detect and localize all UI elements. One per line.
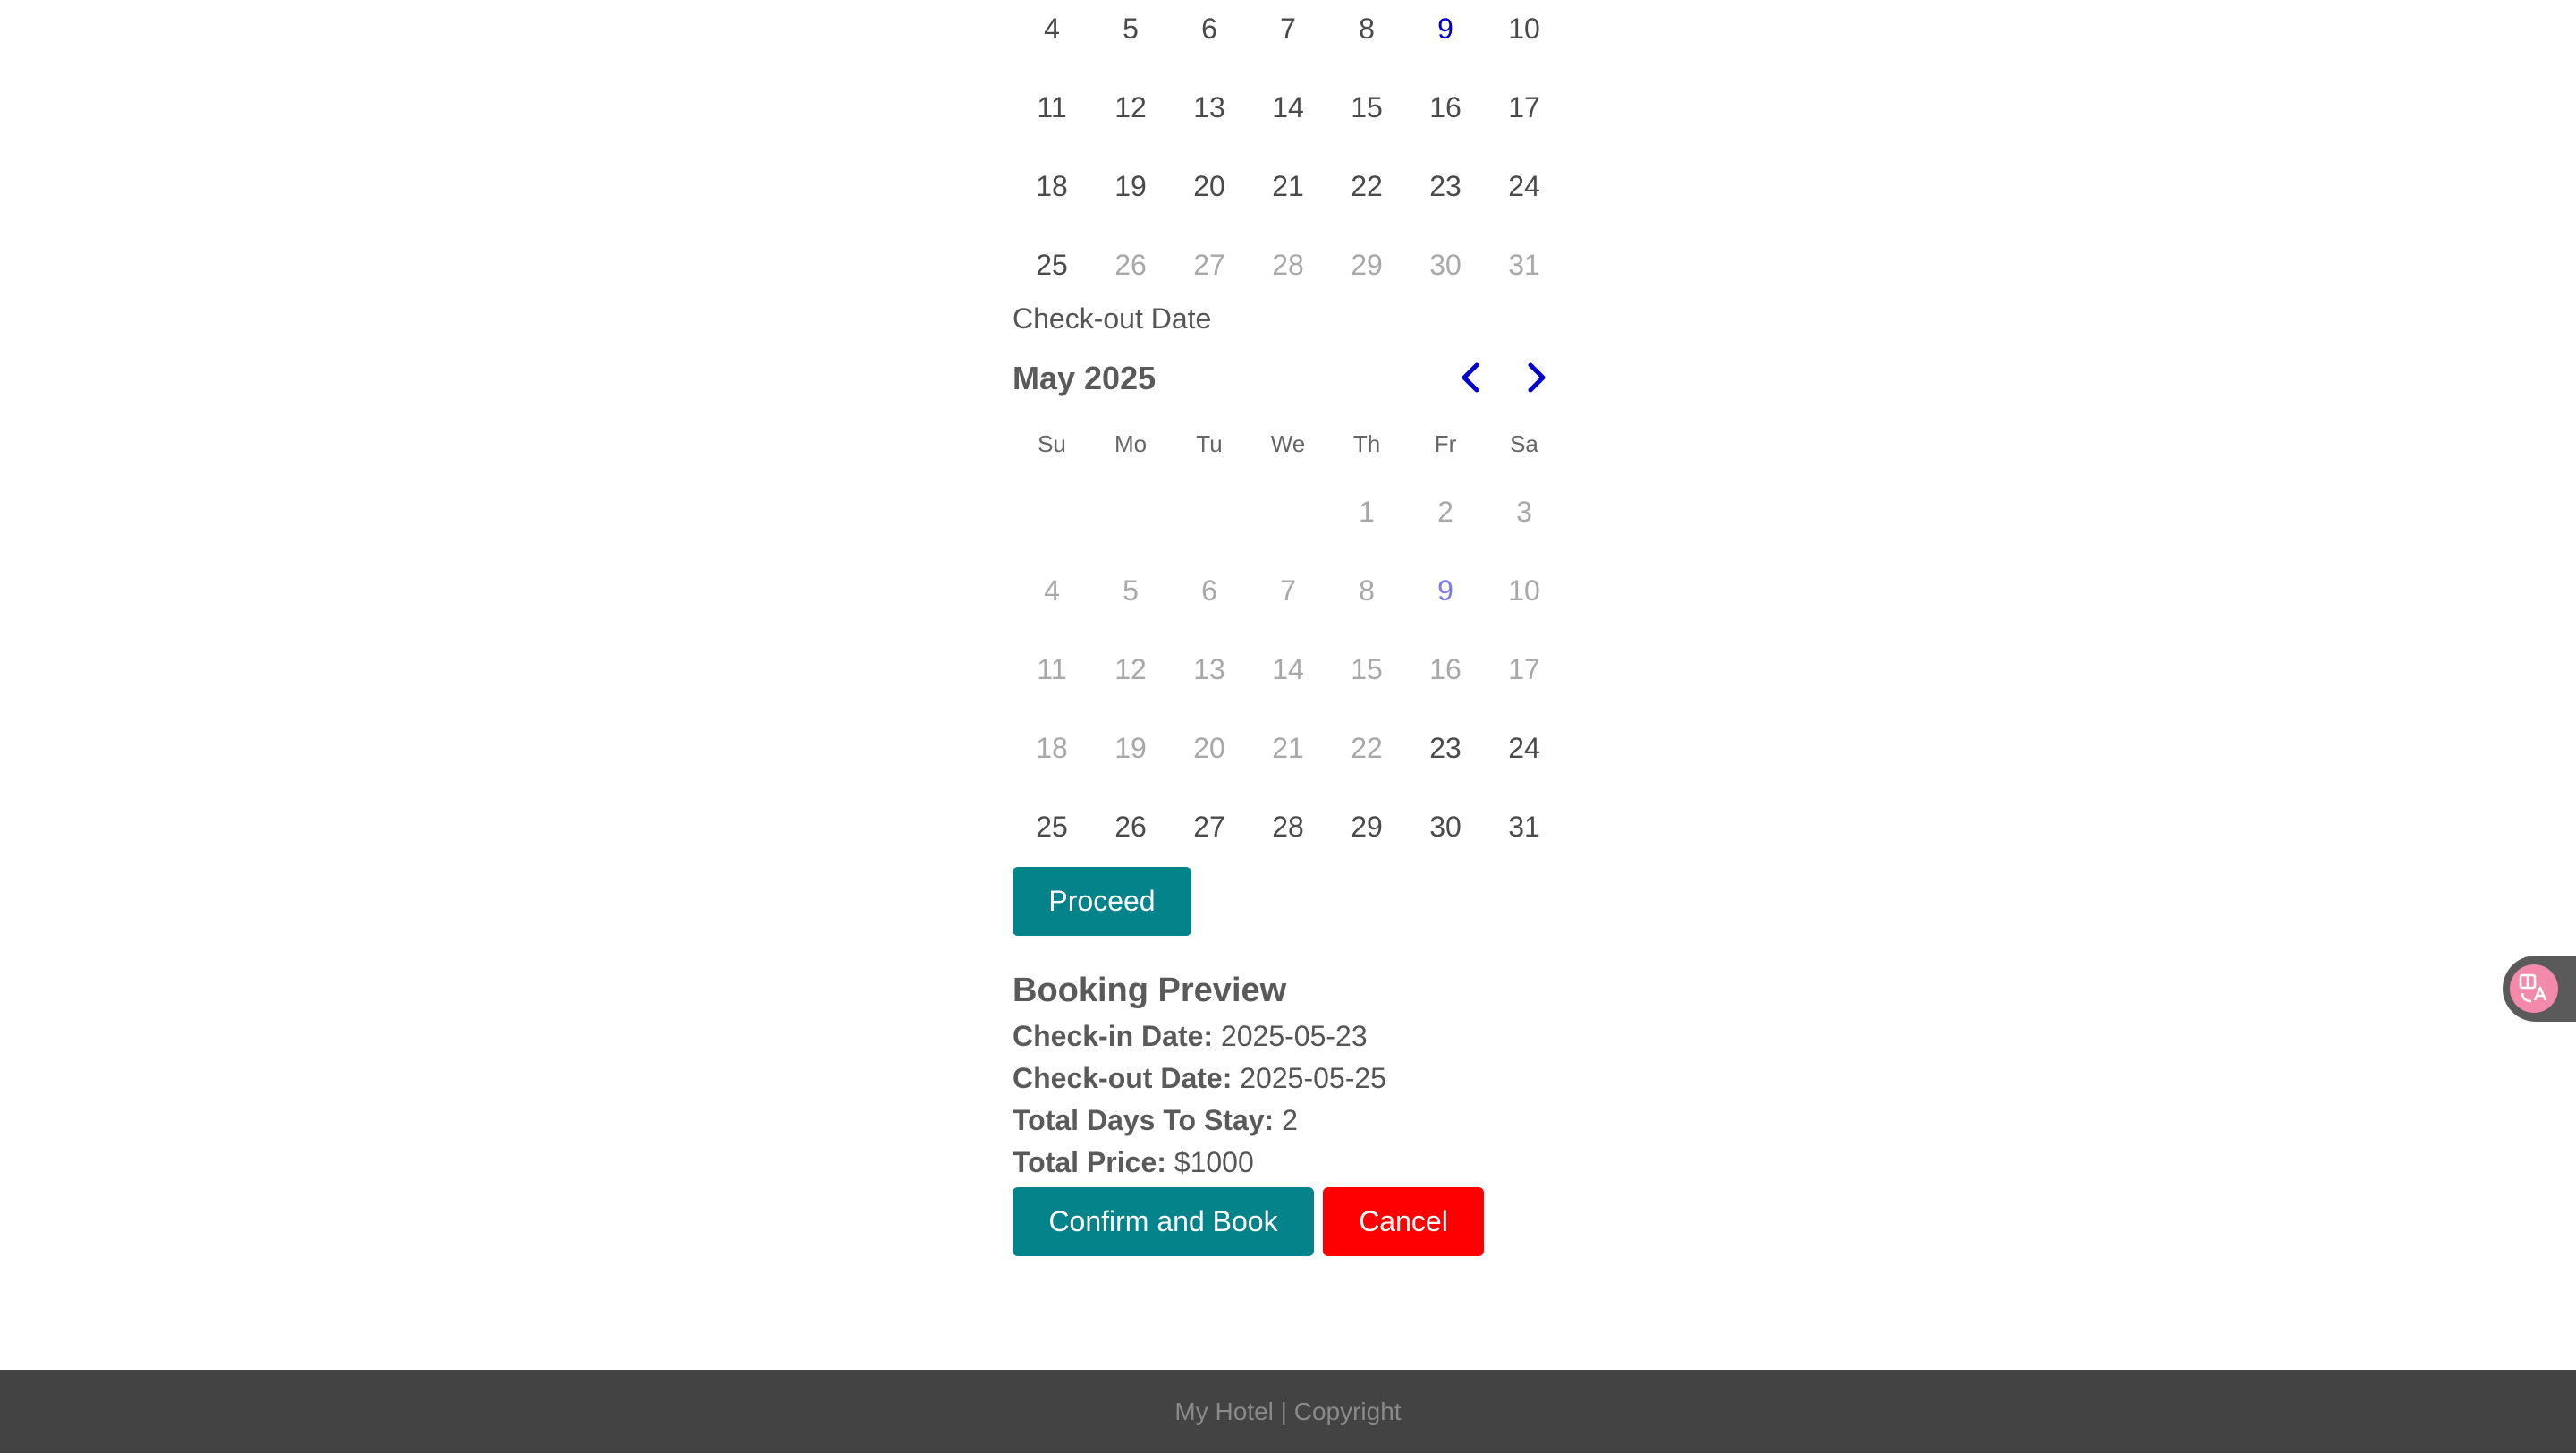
checkin-day-cell[interactable]: 13 (1170, 68, 1249, 147)
preview-checkout-label: Check-out Date: (1013, 1062, 1233, 1094)
preview-checkin-value: 2025-05-23 (1220, 1020, 1368, 1052)
checkin-day-cell: 27 (1193, 248, 1225, 281)
checkout-day-cell: 1 (1359, 495, 1375, 528)
checkin-day-cell[interactable]: 24 (1485, 147, 1563, 225)
checkin-day-cell[interactable]: 18 (1013, 147, 1091, 225)
checkin-calendar-grid: 4 5 6 7 8 9 10 11 12 13 14 15 16 17 18 19 20 21 22 23 24 25 26… (1013, 0, 1563, 304)
proceed-button[interactable]: Proceed (1013, 867, 1191, 936)
checkin-day-cell: 28 (1272, 248, 1304, 281)
weekday-label: Fr (1434, 429, 1457, 457)
checkout-day-cell: 10 (1508, 574, 1540, 607)
checkout-day-cell: 5 (1123, 574, 1139, 607)
page-footer: My Hotel | Copyright (0, 1370, 2576, 1453)
footer-copyright-text: My Hotel | Copyright (1174, 1397, 1402, 1425)
translate-widget[interactable] (2503, 956, 2576, 1022)
checkin-day-cell[interactable]: 21 (1249, 147, 1327, 225)
checkout-day-cell[interactable]: 31 (1485, 787, 1563, 866)
checkout-day-cell[interactable]: 24 (1485, 709, 1563, 787)
checkout-day-cell: 22 (1351, 731, 1383, 764)
checkout-day-cell: 8 (1359, 574, 1375, 607)
checkout-date-label: Check-out Date (1013, 302, 1212, 335)
checkout-calendar-header: May 2025 (1013, 354, 1563, 401)
checkin-day-cell[interactable]: 19 (1091, 147, 1170, 225)
checkin-day-cell[interactable]: 12 (1091, 68, 1170, 147)
checkout-day-cell: 3 (1516, 495, 1532, 528)
checkin-day-cell[interactable]: 8 (1327, 0, 1406, 68)
preview-price-label: Total Price: (1013, 1146, 1166, 1178)
checkin-day-cell[interactable]: 17 (1485, 68, 1563, 147)
checkout-day-cell: 13 (1193, 652, 1225, 685)
checkin-day-cell[interactable]: 4 (1013, 0, 1091, 68)
preview-checkout-value: 2025-05-25 (1240, 1062, 1386, 1094)
checkout-day-cell[interactable]: 25 (1013, 787, 1091, 866)
preview-checkout-row: Check-out Date: 2025-05-25 (1013, 1062, 1386, 1095)
checkin-day-cell: 30 (1429, 248, 1462, 281)
checkout-day-cell: 21 (1272, 731, 1304, 764)
chevron-right-icon (1528, 362, 1546, 393)
next-month-button[interactable] (1513, 354, 1560, 401)
preview-price-value: $1000 (1174, 1146, 1254, 1178)
checkin-day-cell[interactable]: 10 (1485, 0, 1563, 68)
checkout-day-cell[interactable]: 30 (1406, 787, 1485, 866)
translate-icon (2510, 964, 2558, 1013)
prev-month-button[interactable] (1447, 354, 1494, 401)
weekday-label: Mo (1114, 429, 1148, 457)
preview-days-row: Total Days To Stay: 2 (1013, 1104, 1298, 1137)
checkout-day-cell[interactable]: 28 (1249, 787, 1327, 866)
checkin-day-cell: 31 (1508, 248, 1540, 281)
checkout-day-cell[interactable]: 26 (1091, 787, 1170, 866)
weekday-header-row: Su Mo Tu We Th Fr Sa (1013, 426, 1563, 462)
weekday-label: Th (1352, 429, 1381, 457)
checkout-day-cell: 6 (1201, 574, 1217, 607)
checkout-day-cell: 12 (1114, 652, 1147, 685)
weekday-label: Tu (1196, 429, 1223, 457)
checkin-day-cell[interactable]: 20 (1170, 147, 1249, 225)
checkout-day-cell: 2 (1437, 495, 1453, 528)
checkout-day-cell: 14 (1272, 652, 1304, 685)
preview-days-label: Total Days To Stay: (1013, 1104, 1275, 1136)
weekday-label: Su (1038, 429, 1066, 457)
chevron-left-icon (1462, 362, 1479, 393)
confirm-and-book-button[interactable]: Confirm and Book (1013, 1187, 1314, 1256)
month-year-label: May 2025 (1013, 360, 1157, 396)
checkout-day-cell[interactable]: 23 (1406, 709, 1485, 787)
weekday-label: We (1270, 429, 1306, 457)
checkout-day-cell: 18 (1036, 731, 1068, 764)
checkin-day-cell[interactable]: 9 (1406, 0, 1485, 68)
checkout-day-cell: 19 (1114, 731, 1147, 764)
checkin-day-cell[interactable]: 23 (1406, 147, 1485, 225)
checkin-day-cell[interactable]: 11 (1013, 68, 1091, 147)
checkin-day-cell[interactable]: 22 (1327, 147, 1406, 225)
checkout-day-cell: 9 (1437, 574, 1453, 607)
checkin-day-cell[interactable]: 14 (1249, 68, 1327, 147)
checkin-day-cell[interactable]: 7 (1249, 0, 1327, 68)
weekday-label: Sa (1510, 429, 1538, 457)
checkout-calendar-grid: 1 2 3 4 5 6 7 8 9 10 11 12 13 14 15 16 17 18 19 20 21 22 23 24 2… (1013, 472, 1563, 866)
checkin-day-cell[interactable]: 15 (1327, 68, 1406, 147)
preview-days-value: 2 (1282, 1104, 1298, 1136)
translate-glyph-icon (2519, 973, 2547, 1003)
cancel-button[interactable]: Cancel (1323, 1187, 1484, 1256)
preview-checkin-label: Check-in Date: (1013, 1020, 1214, 1052)
checkin-day-cell: 29 (1351, 248, 1383, 281)
checkout-day-cell: 16 (1429, 652, 1462, 685)
preview-checkin-row: Check-in Date: 2025-05-23 (1013, 1020, 1368, 1053)
checkout-day-cell: 17 (1508, 652, 1540, 685)
checkout-day-cell[interactable]: 29 (1327, 787, 1406, 866)
preview-price-row: Total Price: $1000 (1013, 1146, 1254, 1179)
checkout-day-cell: 4 (1044, 574, 1060, 607)
checkout-day-cell: 20 (1193, 731, 1225, 764)
checkout-day-cell: 11 (1037, 652, 1067, 685)
booking-preview-title: Booking Preview (1013, 972, 1287, 1009)
checkin-day-cell[interactable]: 6 (1170, 0, 1249, 68)
checkin-day-cell[interactable]: 5 (1091, 0, 1170, 68)
checkin-day-cell: 26 (1114, 248, 1147, 281)
checkout-day-cell: 15 (1351, 652, 1383, 685)
checkout-day-cell: 7 (1280, 574, 1296, 607)
checkout-day-cell[interactable]: 27 (1170, 787, 1249, 866)
checkin-day-cell[interactable]: 16 (1406, 68, 1485, 147)
checkin-day-cell[interactable]: 25 (1013, 225, 1091, 304)
